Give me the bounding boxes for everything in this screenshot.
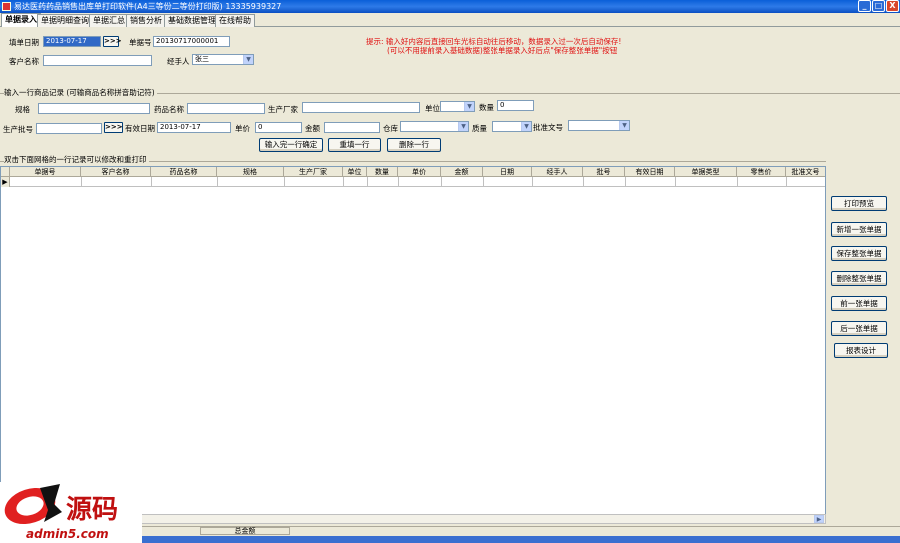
print-preview-button[interactable]: 打印预览 xyxy=(831,196,887,211)
grid-header-cell[interactable]: 单位 xyxy=(343,167,367,177)
grid-section-title: 双击下面网格的一行记录可以修改和重打印 xyxy=(4,155,149,165)
records-grid[interactable]: 单据号 客户名称 药品名称 规格 生产厂家 单位 数量 单价 金额 日期 经手人… xyxy=(0,166,826,516)
chevron-down-icon[interactable]: ▼ xyxy=(243,55,253,64)
tab-sales-analysis[interactable]: 销售分析 xyxy=(126,14,166,27)
customer-label: 客户名称 xyxy=(9,57,39,66)
save-doc-button[interactable]: 保存整张单据 xyxy=(831,246,887,261)
expiry-input[interactable]: 2013-07-17 xyxy=(157,122,231,133)
close-button[interactable]: X xyxy=(886,0,899,12)
window-title: 易达医药药品销售出库单打印软件(A4三等份二等份打印版) 13335939327 xyxy=(14,2,282,11)
taskbar-strip xyxy=(140,536,900,543)
qty-label: 数量 xyxy=(479,103,494,112)
title-bar: 易达医药药品销售出库单打印软件(A4三等份二等份打印版) 13335939327 xyxy=(0,0,900,13)
grid-corner xyxy=(1,167,10,177)
batch-picker-button[interactable]: >>> xyxy=(104,122,123,133)
tip-line-2: (可以不用提前录入基础数据)整张单据录入好后点"保存整张单据"按钮 xyxy=(387,46,618,55)
price-label: 单价 xyxy=(235,124,250,133)
tab-detail-query[interactable]: 单据明细查询 xyxy=(37,14,93,27)
next-doc-button[interactable]: 后一张单据 xyxy=(831,321,887,336)
doc-no-label: 单据号 xyxy=(129,38,152,47)
maker-label: 生产厂家 xyxy=(268,105,298,114)
app-icon xyxy=(2,2,11,11)
warehouse-select[interactable]: ▼ xyxy=(400,121,469,132)
tab-entry[interactable]: 单据录入 xyxy=(1,13,41,28)
grid-header-cell[interactable]: 单据类型 xyxy=(675,167,737,177)
handler-value: 张三 xyxy=(195,55,209,63)
approval-select[interactable]: ▼ xyxy=(568,120,630,131)
row-indicator-icon: ▶ xyxy=(1,177,10,187)
fill-date-label: 填单日期 xyxy=(9,38,39,47)
maximize-button[interactable]: □ xyxy=(872,0,885,12)
grid-header-cell[interactable]: 生产厂家 xyxy=(284,167,343,177)
grid-header-cell[interactable]: 客户名称 xyxy=(81,167,151,177)
amount-input[interactable] xyxy=(324,122,380,133)
quality-label: 质量 xyxy=(472,124,487,133)
grid-header-cell[interactable]: 单据号 xyxy=(10,167,81,177)
grid-header-cell[interactable]: 金额 xyxy=(441,167,483,177)
tab-online-help[interactable]: 在线帮助 xyxy=(215,14,255,27)
qty-input[interactable]: 0 xyxy=(497,100,534,111)
drug-name-input[interactable] xyxy=(187,103,265,114)
approval-label: 批准文号 xyxy=(533,123,563,132)
chevron-down-icon[interactable]: ▼ xyxy=(458,122,468,131)
batch-label: 生产批号 xyxy=(3,125,33,134)
handler-label: 经手人 xyxy=(167,57,190,66)
doc-no-input[interactable]: 20130717000001 xyxy=(153,36,230,47)
grid-header-cell[interactable]: 数量 xyxy=(367,167,398,177)
tab-bar: 单据录入 单据明细查询 单据汇总 销售分析 基础数据管理 在线帮助 xyxy=(0,13,900,28)
grid-header-cell[interactable]: 有效日期 xyxy=(625,167,675,177)
grid-horizontal-scrollbar[interactable]: ▶ xyxy=(140,514,826,524)
chevron-down-icon[interactable]: ▼ xyxy=(521,122,531,131)
drug-name-label: 药品名称 xyxy=(154,105,184,114)
watermark-logo: 源码 admin5.com xyxy=(0,482,142,543)
expiry-label: 有效日期 xyxy=(125,124,155,133)
grid-header: 单据号 客户名称 药品名称 规格 生产厂家 单位 数量 单价 金额 日期 经手人… xyxy=(1,167,825,177)
grid-header-cell[interactable]: 批号 xyxy=(583,167,625,177)
grid-header-cell[interactable]: 药品名称 xyxy=(151,167,217,177)
batch-input[interactable] xyxy=(36,123,102,134)
maker-input[interactable] xyxy=(302,102,420,113)
unit-label: 单位 xyxy=(425,104,440,113)
warehouse-label: 仓库 xyxy=(383,124,398,133)
scroll-right-icon[interactable]: ▶ xyxy=(814,515,824,523)
tab-summary[interactable]: 单据汇总 xyxy=(89,14,129,27)
chevron-down-icon[interactable]: ▼ xyxy=(464,102,474,111)
fill-date-picker-button[interactable]: >>> xyxy=(103,36,122,47)
grid-header-cell[interactable]: 批准文号 xyxy=(786,167,825,177)
grid-header-cell[interactable]: 日期 xyxy=(483,167,532,177)
prev-doc-button[interactable]: 前一张单据 xyxy=(831,296,887,311)
delete-row-button[interactable]: 删除一行 xyxy=(387,138,441,152)
spec-label: 规格 xyxy=(15,105,30,114)
refill-row-button[interactable]: 重填一行 xyxy=(328,138,381,152)
grid-header-cell[interactable]: 经手人 xyxy=(532,167,583,177)
fill-date-input[interactable]: 2013-07-17 xyxy=(43,36,101,47)
grid-header-cell[interactable]: 零售价 xyxy=(737,167,786,177)
handler-select[interactable]: 张三 ▼ xyxy=(192,54,254,65)
spec-input[interactable] xyxy=(38,103,150,114)
unit-select[interactable]: ▼ xyxy=(440,101,475,112)
delete-doc-button[interactable]: 删除整张单据 xyxy=(831,271,887,286)
grid-header-cell[interactable]: 规格 xyxy=(217,167,284,177)
svg-text:源码: 源码 xyxy=(66,495,118,525)
quality-select[interactable]: ▼ xyxy=(492,121,532,132)
status-bar: 总金额 xyxy=(140,526,900,543)
confirm-row-button[interactable]: 输入完一行确定 xyxy=(259,138,323,152)
grid-header-cell[interactable]: 单价 xyxy=(398,167,441,177)
watermark-url: admin5.com xyxy=(26,527,109,541)
price-input[interactable]: 0 xyxy=(255,122,302,133)
total-amount-label: 总金额 xyxy=(200,527,290,535)
entry-section-title: 输入一行商品记录 (可输商品名称拼音助记符) xyxy=(4,88,157,98)
report-design-button[interactable]: 报表设计 xyxy=(834,343,888,358)
table-row[interactable]: ▶ xyxy=(1,177,825,187)
customer-input[interactable] xyxy=(43,55,152,66)
amount-label: 金额 xyxy=(305,124,320,133)
minimize-button[interactable]: _ xyxy=(858,0,871,12)
tab-base-data[interactable]: 基础数据管理 xyxy=(164,14,220,27)
chevron-down-icon[interactable]: ▼ xyxy=(619,121,629,130)
new-doc-button[interactable]: 新增一张单据 xyxy=(831,222,887,237)
